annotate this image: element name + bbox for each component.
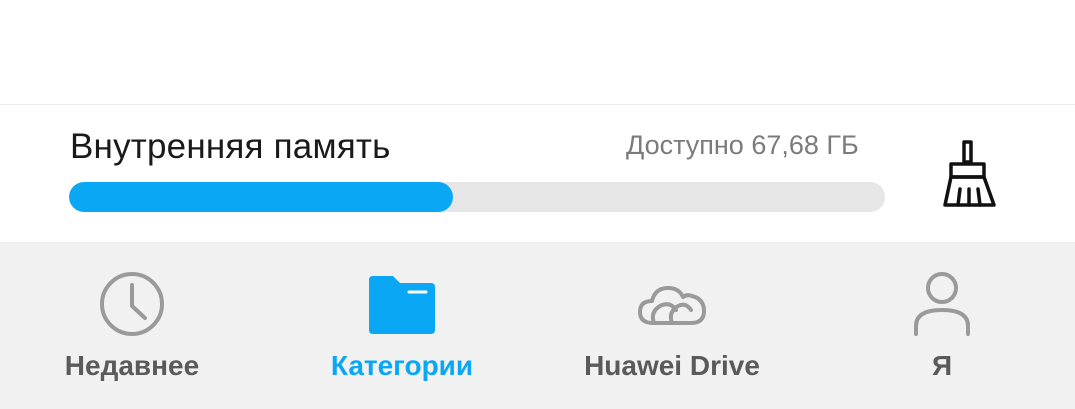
folder-icon bbox=[369, 276, 435, 334]
storage-title: Внутренняя память bbox=[70, 127, 391, 166]
internal-storage-panel[interactable]: Внутренняя память Доступно 67,68 ГБ bbox=[0, 105, 1075, 242]
nav-label-categories: Категории bbox=[330, 350, 474, 381]
nav-item-me[interactable]: Я bbox=[842, 242, 1042, 409]
cloud-icon bbox=[638, 286, 706, 325]
person-icon bbox=[914, 272, 970, 336]
clean-storage-button[interactable] bbox=[936, 137, 1002, 209]
broom-icon bbox=[943, 140, 996, 207]
top-empty-area bbox=[0, 0, 1075, 104]
storage-progress-bar bbox=[69, 182, 885, 212]
nav-label-huawei-drive: Huawei Drive bbox=[584, 350, 760, 381]
nav-item-recent[interactable]: Недавнее bbox=[30, 242, 234, 409]
clock-icon bbox=[100, 272, 164, 336]
storage-progress-fill bbox=[69, 182, 453, 212]
nav-label-recent: Недавнее bbox=[64, 350, 200, 381]
nav-label-me: Я bbox=[931, 350, 953, 381]
nav-item-huawei-drive[interactable]: Huawei Drive bbox=[560, 242, 784, 409]
bottom-navigation: Недавнее Категории Huawei Drive Я bbox=[0, 242, 1075, 409]
storage-available-text: Доступно 67,68 ГБ bbox=[626, 130, 859, 160]
nav-item-categories[interactable]: Категории bbox=[300, 242, 504, 409]
